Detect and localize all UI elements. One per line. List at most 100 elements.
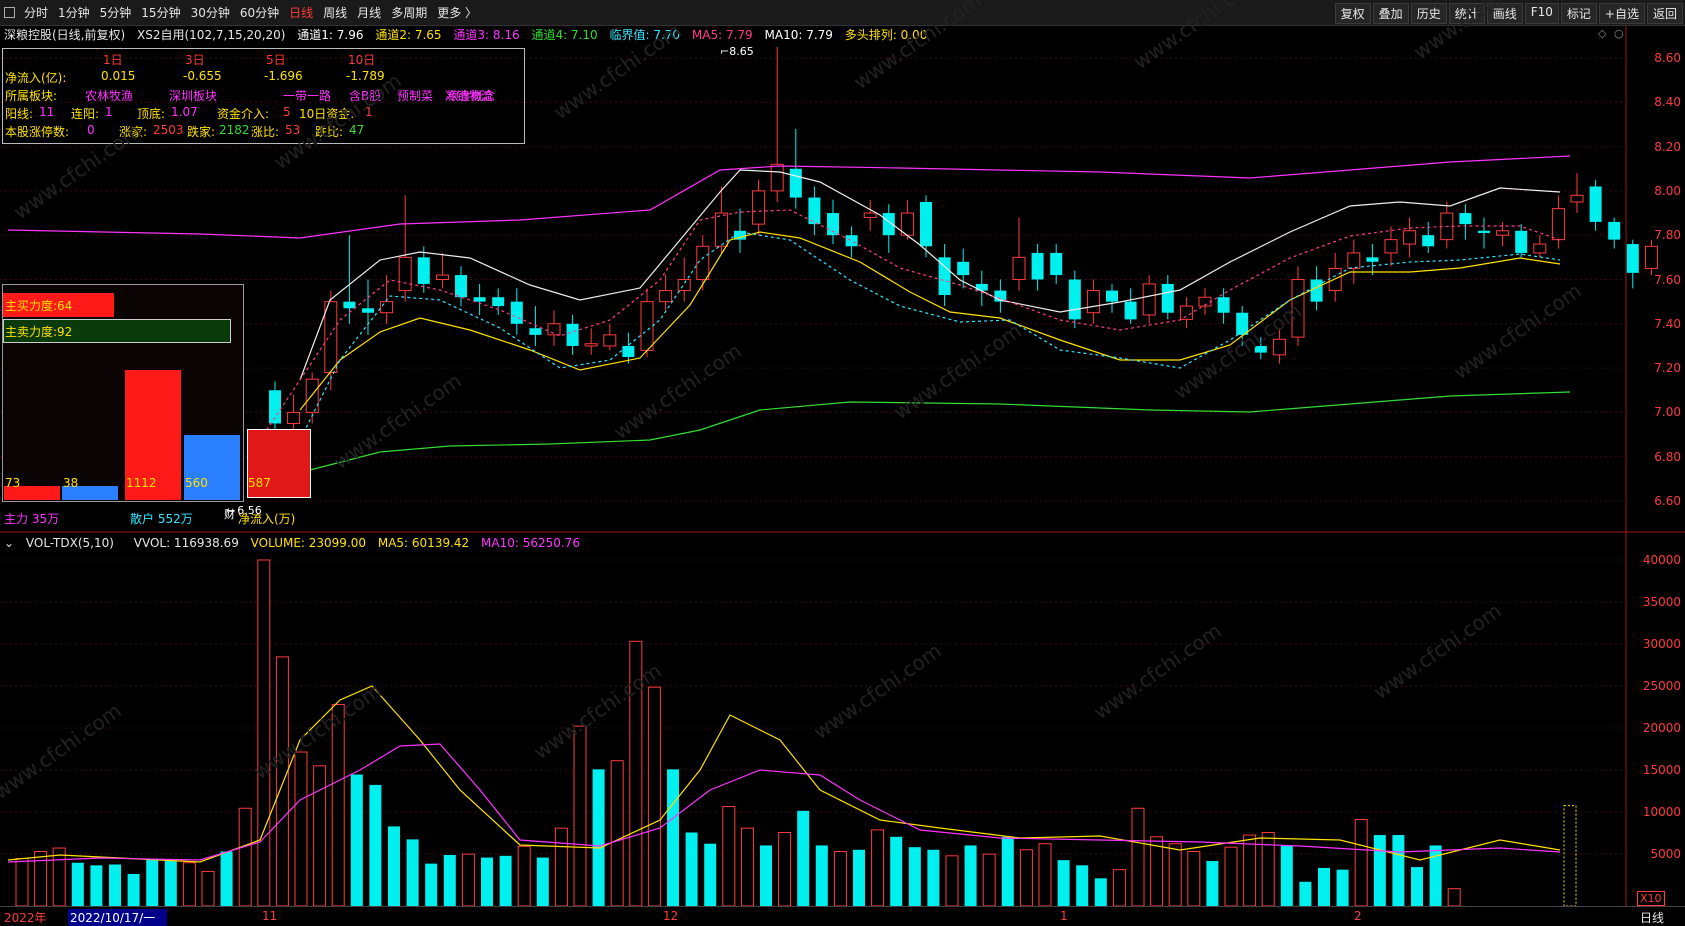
volume-bar (1112, 869, 1126, 907)
candle-body (343, 301, 356, 309)
volume-bar (685, 832, 698, 906)
volume-bar (945, 855, 959, 907)
volume-bar (461, 853, 475, 907)
candle-body (1496, 230, 1510, 236)
volume-bar (554, 827, 568, 907)
year-label: 2022年 (4, 911, 47, 925)
volume-bar (1299, 881, 1312, 906)
volume-bar (146, 859, 159, 906)
candle-body (1478, 230, 1490, 233)
candle-body (920, 201, 932, 247)
volume-bar (164, 861, 177, 906)
candle-body (417, 257, 430, 284)
volume-tick-label: 20000 (1642, 721, 1681, 735)
chevron-down-icon: ⌄ (4, 536, 18, 550)
volume-bar (1243, 834, 1257, 907)
price-tick-label: 8.40 (1654, 95, 1681, 110)
volume-bar (127, 873, 140, 906)
volume-bar (52, 847, 66, 907)
volume-bar (778, 831, 792, 907)
volume-axis: 40000 35000 30000 25000 20000 15000 10000 5000 (1626, 540, 1685, 906)
watermark-text: www.cfchi.com (529, 658, 666, 764)
volume-value: VOLUME: 23099.00 (250, 536, 367, 550)
main-buy-label: 主买力度:64 (5, 299, 73, 313)
volume-bar (1318, 867, 1330, 906)
volume-bar (517, 845, 531, 907)
volume-bar (1411, 867, 1423, 906)
volume-bar (1001, 836, 1014, 906)
volume-bar (760, 845, 772, 906)
channel-3-line (7, 155, 1571, 239)
candle-body (547, 323, 561, 336)
volume-header: ⌄ VOL-TDX(5,10) VVOL: 116938.69 VOLUME: … (4, 536, 588, 550)
candle-body (1515, 230, 1528, 253)
volume-bar (871, 829, 885, 907)
candle-body (473, 297, 486, 302)
volume-bar (853, 849, 865, 906)
candle-body (1272, 338, 1286, 356)
candle-body (1533, 243, 1547, 254)
low-price-marker: ← 6.56 (226, 504, 262, 517)
candle-body (287, 411, 301, 424)
candle-body (975, 283, 988, 291)
flow-bar-label: 560 (185, 476, 208, 490)
candle-body (1068, 279, 1081, 320)
candle-body (510, 301, 523, 324)
volume-bar (331, 703, 345, 907)
price-tick-label: 7.20 (1654, 361, 1681, 376)
candle-body (808, 197, 821, 225)
price-tick-label: 7.00 (1654, 405, 1681, 420)
volume-bar (294, 751, 308, 907)
volume-tick-label: 35000 (1642, 595, 1681, 609)
volume-bar (1076, 865, 1089, 906)
volume-bar (1094, 878, 1107, 906)
candle-body (1179, 305, 1193, 320)
price-axis: 8.60 8.40 8.20 8.00 7.80 7.60 7.40 7.20 7.00 6.80… (1626, 42, 1685, 532)
diamond-icon[interactable]: ◇ (1598, 27, 1606, 40)
volume-bar (740, 827, 754, 907)
critical-line (259, 231, 1561, 491)
candle-body (714, 212, 728, 247)
candle-body (324, 301, 338, 374)
pointer-icon: ⌐ (720, 45, 730, 58)
candle-body (1347, 252, 1361, 269)
volume-bar (667, 769, 679, 906)
candle-body (845, 235, 858, 247)
watermark-text: www.cfchi.com (1409, 0, 1546, 64)
flow-bar-label: 38 (63, 476, 79, 490)
candle-body (622, 345, 635, 358)
flow-bar (184, 434, 240, 500)
watermark-text: www.cfchi.com (1369, 598, 1506, 704)
month-12: 12 (663, 909, 679, 923)
candle-body (770, 163, 784, 192)
tab-daily[interactable]: 日线 (1640, 909, 1664, 926)
price-tick-label: 8.00 (1654, 183, 1681, 198)
volume-bar (1019, 849, 1033, 907)
candle-body (1217, 297, 1230, 313)
price-tick-label: 6.80 (1654, 449, 1681, 464)
candle-body (1403, 230, 1417, 245)
volume-bar (1392, 835, 1405, 906)
volume-bar (908, 847, 921, 906)
volume-bar (34, 851, 48, 907)
volume-bar (406, 839, 419, 906)
volume-bar (275, 656, 289, 907)
flow-bar-label: 587 (248, 476, 271, 490)
candle-body (362, 308, 374, 313)
main-sell-label: 主卖力度:92 (5, 325, 73, 339)
watermark-text: www.cfchi.com (329, 368, 466, 474)
candle-body (1551, 208, 1565, 241)
watermark-text: www.cfchi.com (549, 18, 686, 124)
candle-body (492, 297, 505, 307)
circle-icon[interactable]: ○ (1614, 27, 1624, 40)
volume-bar (369, 784, 382, 906)
volume-bar (15, 857, 29, 907)
candle-body (1310, 279, 1323, 302)
volume-indicator-name[interactable]: ⌄ VOL-TDX(5,10) (4, 536, 122, 550)
candle-body (1589, 186, 1602, 222)
volume-bar (425, 863, 438, 906)
volume-bar (1336, 869, 1349, 906)
volume-bar (647, 686, 661, 907)
volume-tick-label: 30000 (1642, 637, 1681, 651)
channel-1-line (299, 169, 1561, 381)
